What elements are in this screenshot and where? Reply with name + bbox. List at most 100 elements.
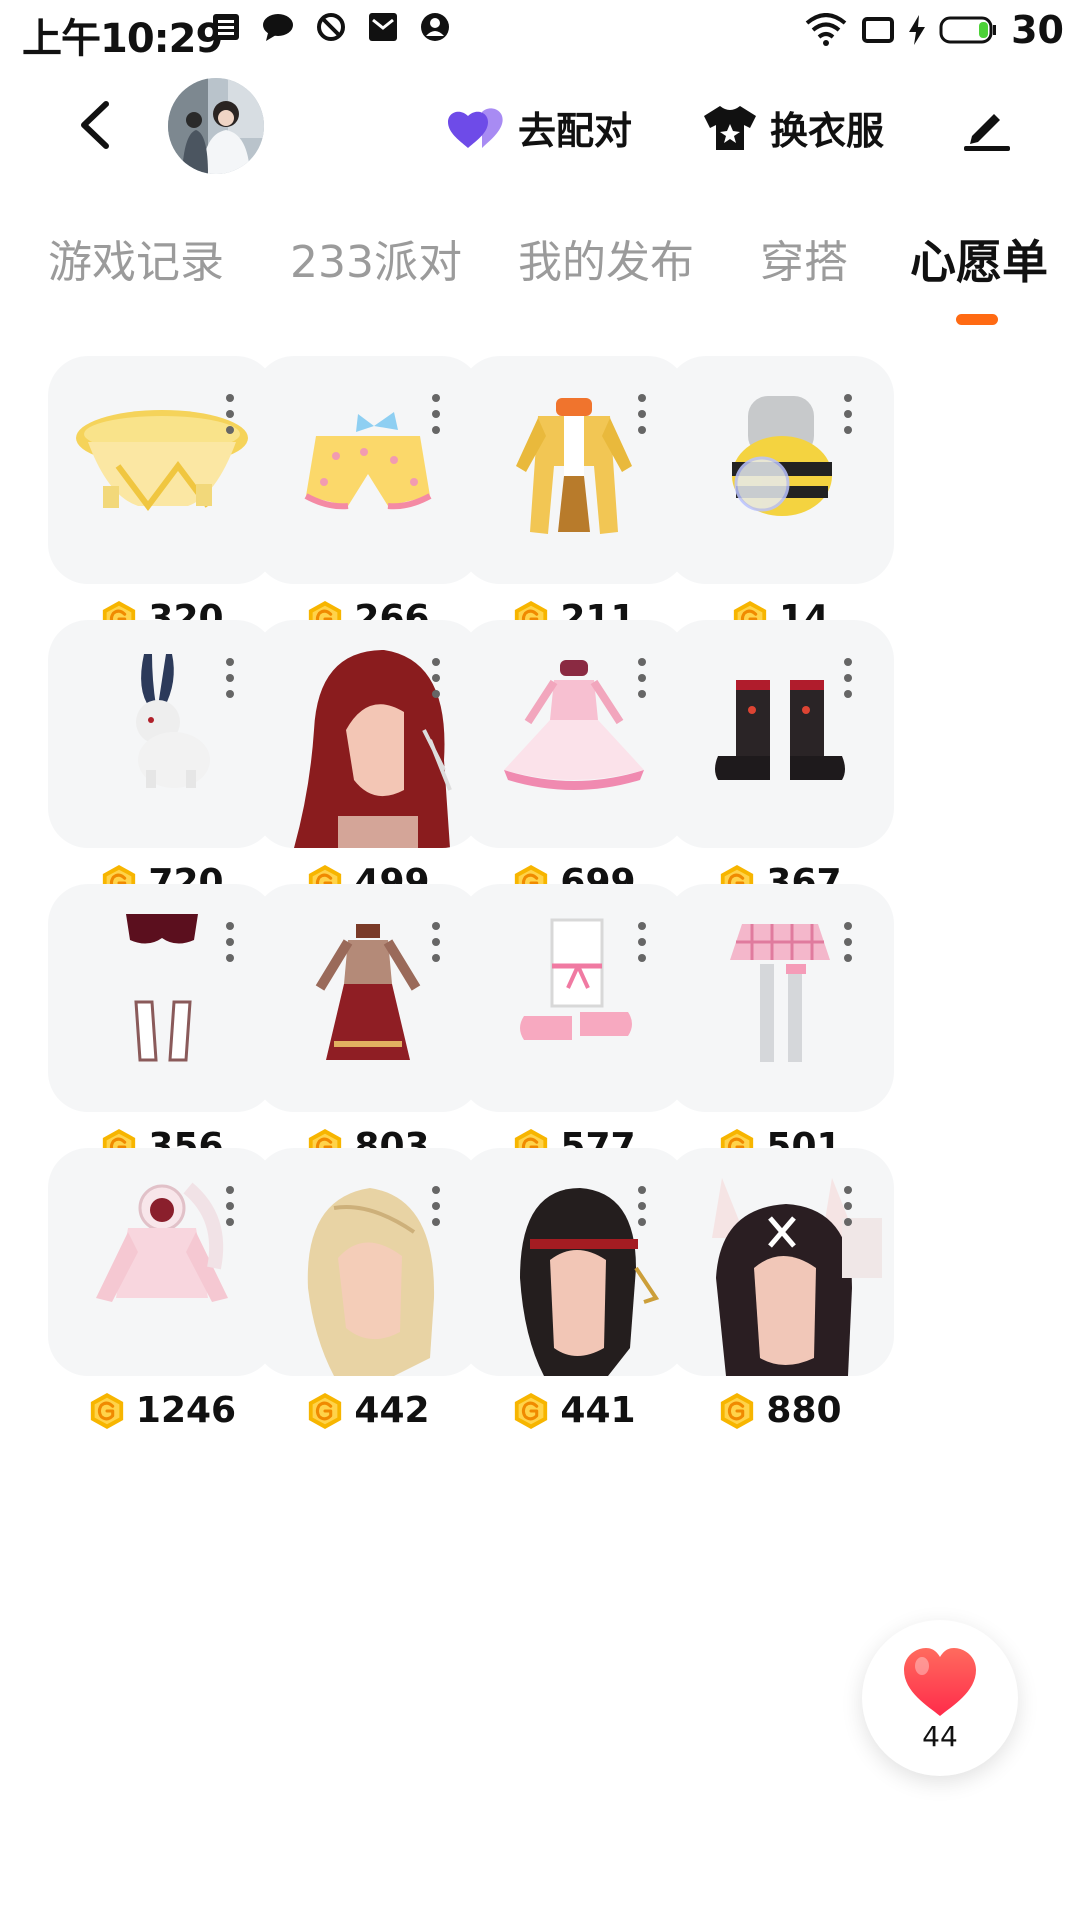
item-thumbnail[interactable] <box>254 884 482 1112</box>
item-thumbnail[interactable] <box>460 1148 688 1376</box>
shorts-socks-image <box>126 914 198 1062</box>
price-value: 880 <box>766 1390 842 1431</box>
item-thumbnail[interactable] <box>48 620 276 848</box>
item-thumbnail[interactable] <box>48 1148 276 1376</box>
back-arrow-icon[interactable] <box>72 100 118 150</box>
wishlist-item[interactable]: 356 <box>48 884 276 1167</box>
wishlist-item[interactable]: 1246 <box>48 1148 276 1431</box>
edit-pencil-icon[interactable] <box>962 102 1012 152</box>
price-value: 442 <box>354 1390 430 1431</box>
wifi-icon <box>805 13 847 46</box>
wishlist-item[interactable]: 442 <box>254 1148 482 1431</box>
more-options-icon[interactable] <box>844 1186 854 1226</box>
tab-233-party[interactable]: 233派对 <box>290 226 462 290</box>
item-thumbnail[interactable] <box>254 356 482 584</box>
gold-coin-icon <box>515 1392 548 1429</box>
item-thumbnail[interactable] <box>666 1148 894 1376</box>
cat-ear-hair-image <box>712 1178 882 1376</box>
more-options-icon[interactable] <box>432 658 442 698</box>
match-button[interactable]: 去配对 <box>446 100 632 155</box>
wishlist-item[interactable]: 499 <box>254 620 482 903</box>
more-options-icon[interactable] <box>638 922 648 962</box>
more-options-icon[interactable] <box>844 658 854 698</box>
item-thumbnail[interactable] <box>460 356 688 584</box>
status-notification-icons <box>212 12 450 42</box>
item-price: 442 <box>254 1390 482 1431</box>
charging-bolt-icon <box>909 15 926 45</box>
item-thumbnail[interactable] <box>460 884 688 1112</box>
item-thumbnail[interactable] <box>48 356 276 584</box>
more-options-icon[interactable] <box>638 1186 648 1226</box>
wishlist-item[interactable]: 577 <box>460 884 688 1167</box>
more-options-icon[interactable] <box>638 658 648 698</box>
wishlist-item[interactable]: 320 <box>48 356 276 639</box>
more-options-icon[interactable] <box>844 922 854 962</box>
chat-bubble-icon <box>263 14 293 41</box>
item-thumbnail[interactable] <box>48 884 276 1112</box>
black-hair-ribbon-image <box>520 1188 660 1376</box>
do-not-disturb-icon <box>317 13 345 41</box>
more-options-icon[interactable] <box>638 394 648 434</box>
battery-level: 30 <box>1011 8 1064 52</box>
wishlist-item[interactable]: 803 <box>254 884 482 1167</box>
wishlist-item[interactable]: 699 <box>460 620 688 903</box>
like-count: 44 <box>922 1720 958 1753</box>
heart-icon <box>904 1648 976 1716</box>
wishlist-item[interactable]: 211 <box>460 356 688 639</box>
wishlist-item[interactable]: 266 <box>254 356 482 639</box>
wishlist-item[interactable]: 501 <box>666 884 894 1167</box>
shirt-icon <box>704 105 756 150</box>
profile-tabs: 游戏记录 233派对 我的发布 穿搭 心愿单 <box>0 226 1080 326</box>
tab-game-records[interactable]: 游戏记录 <box>48 226 224 290</box>
more-options-icon[interactable] <box>226 922 236 962</box>
mail-icon <box>369 13 397 41</box>
tab-outfits[interactable]: 穿搭 <box>760 226 848 290</box>
red-hair-image <box>294 650 452 848</box>
red-hanfu-image <box>315 924 421 1060</box>
screen-rotate-icon <box>862 17 895 43</box>
more-options-icon[interactable] <box>226 1186 236 1226</box>
item-price: 441 <box>460 1390 688 1431</box>
more-options-icon[interactable] <box>844 394 854 434</box>
pink-hoodie-image <box>96 1182 228 1302</box>
wishlist-item[interactable]: 880 <box>666 1148 894 1431</box>
match-label: 去配对 <box>518 109 633 153</box>
more-options-icon[interactable] <box>226 658 236 698</box>
bee-backpack-image <box>732 396 832 516</box>
profile-header: 去配对 换衣服 <box>0 70 1080 180</box>
status-system-icons: 30 <box>805 8 1064 52</box>
account-icon <box>421 13 449 41</box>
plaid-skirt-image <box>730 924 830 1062</box>
item-thumbnail[interactable] <box>666 356 894 584</box>
wishlist-item[interactable]: 367 <box>666 620 894 903</box>
more-options-icon[interactable] <box>432 394 442 434</box>
change-outfit-label: 换衣服 <box>770 109 885 153</box>
item-thumbnail[interactable] <box>254 1148 482 1376</box>
blonde-hair-image <box>307 1188 435 1376</box>
gold-coin-icon <box>309 1392 342 1429</box>
item-thumbnail[interactable] <box>666 884 894 1112</box>
active-tab-indicator <box>956 314 998 325</box>
notes-icon <box>213 14 239 40</box>
price-value: 441 <box>560 1390 636 1431</box>
more-options-icon[interactable] <box>432 922 442 962</box>
more-options-icon[interactable] <box>432 1186 442 1226</box>
tab-wishlist[interactable]: 心愿单 <box>910 226 1048 292</box>
tab-my-posts[interactable]: 我的发布 <box>518 226 694 290</box>
item-thumbnail[interactable] <box>254 620 482 848</box>
item-price: 880 <box>666 1390 894 1431</box>
wishlist-item[interactable]: 14 <box>666 356 894 639</box>
item-thumbnail[interactable] <box>460 620 688 848</box>
wishlist-item[interactable]: 720 <box>48 620 276 903</box>
status-time: 上午10:29 <box>22 16 223 62</box>
wishlist-item[interactable]: 441 <box>460 1148 688 1431</box>
battery-icon <box>939 16 997 44</box>
yellow-skirt-image <box>76 410 248 511</box>
avatar[interactable] <box>168 78 264 174</box>
item-thumbnail[interactable] <box>666 620 894 848</box>
like-button[interactable]: 44 <box>862 1620 1018 1776</box>
double-heart-icon <box>448 107 503 148</box>
pink-dress-image <box>504 660 644 790</box>
change-outfit-button[interactable]: 换衣服 <box>702 100 884 155</box>
more-options-icon[interactable] <box>226 394 236 434</box>
